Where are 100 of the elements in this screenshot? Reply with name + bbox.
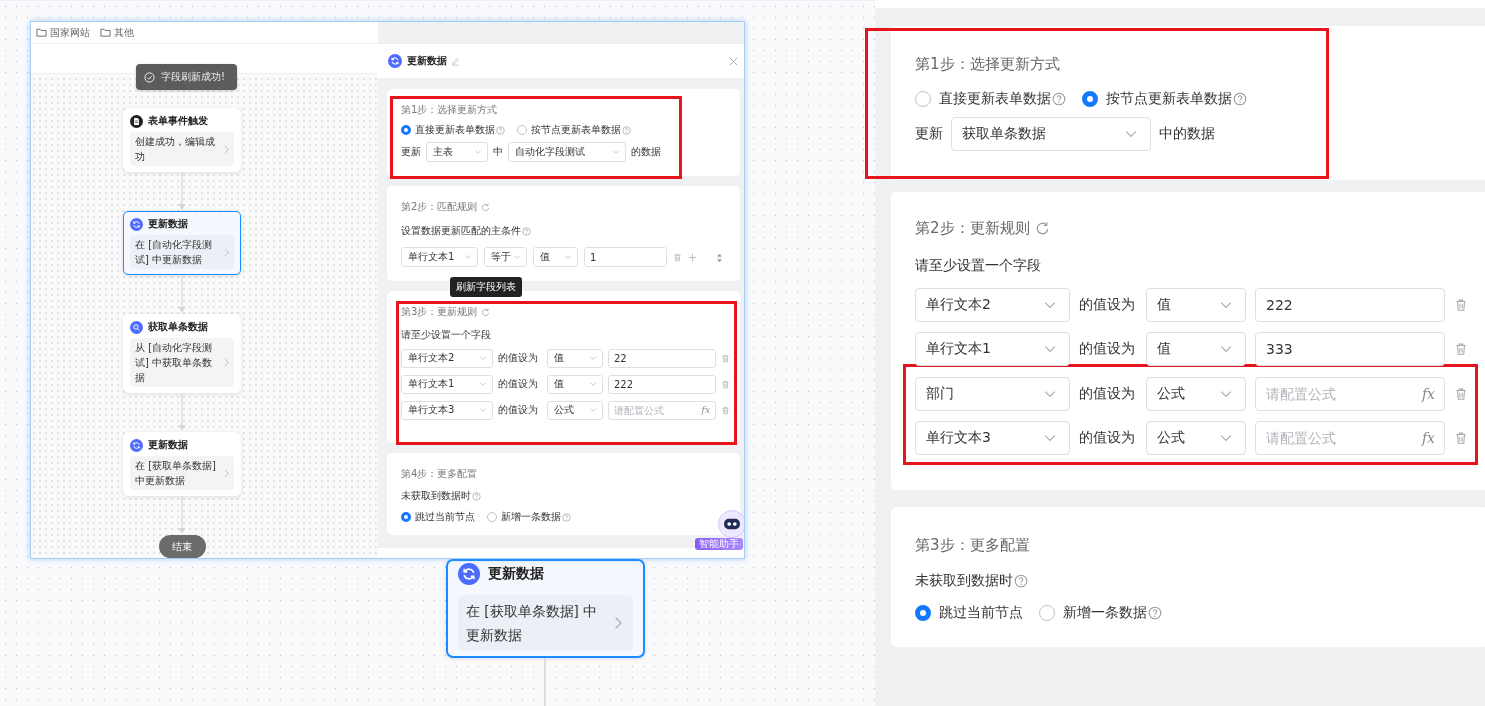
- step-title: 第3步：更新规则: [401, 305, 478, 319]
- folder-icon[interactable]: [100, 27, 111, 39]
- trash-icon[interactable]: [1454, 431, 1468, 445]
- radio-button[interactable]: [517, 125, 527, 135]
- caret-icon: [474, 148, 482, 156]
- radio-button[interactable]: [401, 512, 411, 522]
- help-icon[interactable]: [622, 125, 631, 135]
- breadcrumb-link[interactable]: 国家网站: [50, 25, 90, 40]
- trash-icon[interactable]: [1454, 342, 1468, 356]
- radio-button[interactable]: [487, 512, 497, 522]
- trash-icon[interactable]: [721, 379, 730, 389]
- dropdown[interactable]: 单行文本3: [915, 421, 1070, 455]
- refresh-icon[interactable]: [1034, 220, 1050, 236]
- trash-icon[interactable]: [721, 353, 730, 363]
- dropdown[interactable]: 值: [547, 348, 603, 368]
- dropdown[interactable]: 部门: [915, 377, 1070, 411]
- dropdown[interactable]: 单行文本3: [401, 400, 493, 420]
- help-icon[interactable]: [1233, 92, 1247, 106]
- row-label: 中: [493, 145, 503, 159]
- value-field[interactable]: 1: [584, 247, 667, 267]
- radio-option[interactable]: 直接更新表单数据: [401, 123, 495, 137]
- caret-icon: [479, 380, 487, 388]
- rule-label: 的值设为: [1079, 340, 1136, 358]
- formula-icon[interactable]: fx: [1421, 386, 1435, 402]
- rule-label: 的值设为: [1079, 429, 1136, 447]
- radio-option[interactable]: 按节点更新表单数据: [517, 123, 621, 137]
- radio-option[interactable]: 新增一条数据: [1039, 604, 1147, 622]
- dropdown[interactable]: 值: [1146, 332, 1246, 366]
- caret-icon: [612, 148, 620, 156]
- trash-icon[interactable]: [673, 252, 682, 262]
- trash-icon[interactable]: [1454, 298, 1468, 312]
- radio-option[interactable]: 跳过当前节点: [401, 510, 475, 524]
- dropdown[interactable]: 获取单条数据: [951, 117, 1151, 151]
- assistant-label[interactable]: 智能助手: [695, 538, 743, 550]
- radio-option[interactable]: 按节点更新表单数据: [1082, 90, 1232, 108]
- value-field[interactable]: 333: [1255, 332, 1445, 366]
- radio-button[interactable]: [401, 125, 411, 135]
- flow-node[interactable]: 更新数据 在 [获取单条数据] 中更新数据: [123, 432, 241, 496]
- step-title: 第2步：匹配规则: [401, 200, 478, 214]
- radio-button[interactable]: [915, 91, 931, 107]
- dropdown[interactable]: 公式: [1146, 377, 1246, 411]
- dropdown[interactable]: 公式: [1146, 421, 1246, 455]
- dropdown[interactable]: 值: [547, 374, 603, 394]
- dropdown[interactable]: 等于: [484, 247, 527, 267]
- dropdown[interactable]: 单行文本1: [401, 247, 478, 267]
- row-label: 更新: [401, 145, 421, 159]
- help-icon[interactable]: [1052, 92, 1066, 106]
- refresh-icon[interactable]: [481, 307, 491, 317]
- help-icon[interactable]: [562, 512, 571, 522]
- rule-label: 的值设为: [1079, 296, 1136, 314]
- plus-icon[interactable]: [688, 252, 697, 262]
- refresh-icon[interactable]: [481, 202, 491, 212]
- dropdown[interactable]: 值: [1146, 288, 1246, 322]
- field-hint: 请至少设置一个字段: [915, 257, 1041, 275]
- end-button[interactable]: 结束: [158, 535, 206, 558]
- toast-message: 字段刷新成功!: [161, 70, 225, 84]
- edit-icon[interactable]: [451, 56, 460, 66]
- radio-button[interactable]: [915, 605, 931, 621]
- value-field[interactable]: 22: [608, 348, 716, 368]
- dropdown[interactable]: 公式: [547, 400, 603, 420]
- formula-icon[interactable]: fx: [701, 405, 710, 415]
- dropdown[interactable]: 单行文本2: [915, 288, 1070, 322]
- value-field[interactable]: 222: [608, 374, 716, 394]
- dropdown[interactable]: 单行文本1: [401, 374, 493, 394]
- help-icon[interactable]: [1014, 574, 1028, 588]
- trash-icon[interactable]: [1454, 387, 1468, 401]
- radio-button[interactable]: [1039, 605, 1055, 621]
- caret-icon: [479, 406, 487, 414]
- folder-icon[interactable]: [36, 27, 47, 39]
- caret-icon: [589, 380, 597, 388]
- dropdown[interactable]: 主表: [426, 142, 488, 162]
- robot-icon[interactable]: [718, 510, 744, 538]
- check-circle-icon: [144, 71, 155, 83]
- dropdown[interactable]: 单行文本2: [401, 348, 493, 368]
- help-icon[interactable]: [1148, 606, 1162, 620]
- flow-node[interactable]: 表单事件触发 创建成功，编辑成功: [123, 108, 241, 172]
- connector-arrow: [178, 393, 186, 431]
- radio-button[interactable]: [1082, 91, 1098, 107]
- radio-option[interactable]: 直接更新表单数据: [915, 90, 1051, 108]
- radio-option[interactable]: 跳过当前节点: [915, 604, 1023, 622]
- step-title: 第3步：更多配置: [915, 535, 1030, 555]
- refresh-icon: [458, 563, 480, 585]
- flow-node[interactable]: 获取单条数据 从 [自动化字段测试] 中获取单条数据: [123, 314, 241, 393]
- rule-label: 的值设为: [498, 403, 539, 417]
- formula-icon[interactable]: fx: [1421, 430, 1435, 446]
- flow-node[interactable]: 更新数据 在 [自动化字段测试] 中更新数据: [123, 211, 241, 275]
- dropdown[interactable]: 值: [533, 247, 578, 267]
- close-icon[interactable]: [728, 55, 739, 67]
- help-icon[interactable]: [522, 226, 531, 236]
- dropdown[interactable]: 单行文本1: [915, 332, 1070, 366]
- dropdown[interactable]: 自动化字段测试: [508, 142, 626, 162]
- breadcrumb-link[interactable]: 其他: [114, 25, 134, 40]
- help-icon[interactable]: [472, 491, 481, 501]
- radio-option[interactable]: 新增一条数据: [487, 510, 561, 524]
- value-field[interactable]: 222: [1255, 288, 1445, 322]
- trash-icon[interactable]: [721, 405, 730, 415]
- help-icon[interactable]: [496, 125, 505, 135]
- panel-title: 更新数据: [407, 54, 447, 68]
- field-hint: 未获取到数据时: [915, 572, 1013, 590]
- flow-node[interactable]: 更新数据 在 [获取单条数据] 中更新数据: [446, 559, 645, 658]
